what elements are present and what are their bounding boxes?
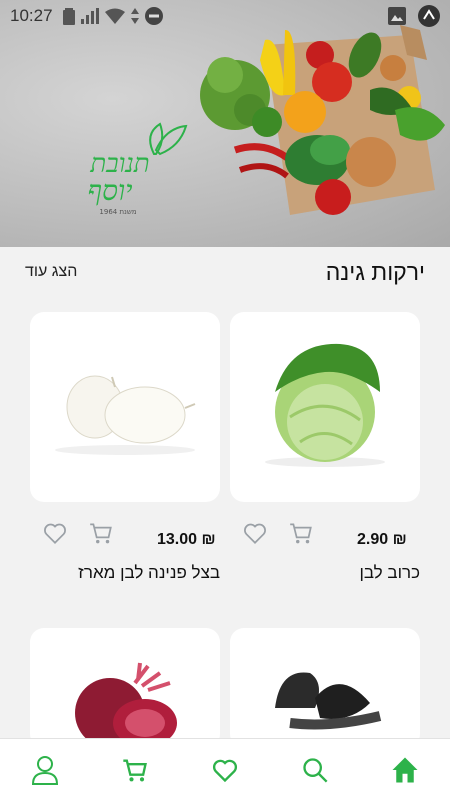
- signal-icon: [80, 8, 99, 24]
- home-icon: [392, 757, 418, 782]
- cart-icon[interactable]: [288, 520, 314, 546]
- status-bar: 10:27: [0, 0, 450, 32]
- search-icon: [303, 757, 328, 782]
- section-header: הצג עוד ירקות גינה: [0, 255, 450, 289]
- wifi-icon: [104, 8, 125, 24]
- heart-icon[interactable]: [42, 520, 68, 546]
- battery-icon: [62, 8, 75, 25]
- logo-since: משנת 1964: [99, 208, 136, 216]
- heart-icon[interactable]: [242, 520, 268, 546]
- cart-icon: [123, 759, 147, 781]
- section-title: ירקות גינה: [325, 258, 425, 285]
- brand-logo: תנובת יוסף משנת 1964: [88, 122, 188, 216]
- vegetable-bag-image: [200, 25, 445, 215]
- nav-home[interactable]: [385, 750, 425, 790]
- nav-search[interactable]: [295, 750, 335, 790]
- product-image-onions: [55, 375, 196, 455]
- heart-icon: [212, 759, 238, 782]
- bottom-nav: [0, 738, 450, 800]
- nav-profile[interactable]: [25, 750, 65, 790]
- product-price: 13.00 ₪: [157, 531, 216, 548]
- product-image-cabbage: [265, 343, 385, 467]
- product-card[interactable]: [30, 628, 220, 748]
- product-name: בצל פנינה לבן מארז: [78, 563, 220, 582]
- profile-icon: [31, 755, 59, 785]
- nav-favorites[interactable]: [205, 750, 245, 790]
- data-arrows-icon: [130, 8, 139, 24]
- cart-icon[interactable]: [88, 520, 114, 546]
- image-icon: [388, 7, 406, 25]
- product-card[interactable]: [230, 628, 420, 748]
- nav-cart[interactable]: [115, 750, 155, 790]
- product-price: 2.90 ₪: [357, 531, 407, 548]
- logo-line2: יוסף: [88, 174, 133, 207]
- product-image-beet: [75, 662, 177, 748]
- product-card[interactable]: [230, 312, 420, 502]
- show-more-link[interactable]: הצג עוד: [25, 263, 77, 281]
- product-card[interactable]: [30, 312, 220, 502]
- status-time: 10:27: [10, 6, 53, 25]
- do-not-disturb-icon: [144, 7, 163, 25]
- hero-banner: תנובת יוסף משנת 1964: [0, 0, 450, 247]
- product-name: כרוב לבן: [359, 563, 420, 582]
- app-badge-icon: [418, 5, 440, 27]
- product-image-black-radish: [275, 672, 382, 730]
